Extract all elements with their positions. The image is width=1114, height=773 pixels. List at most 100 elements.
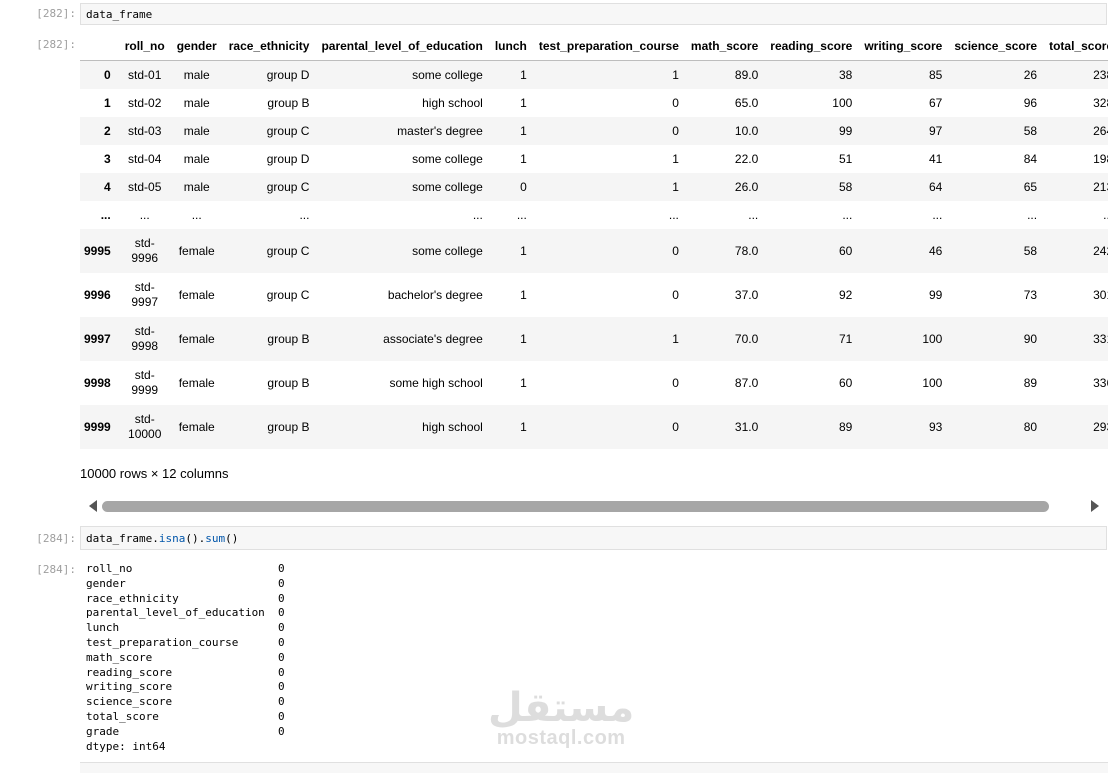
- row-index: 9997: [84, 332, 111, 346]
- table-cell-lunch: 1: [520, 244, 527, 258]
- code-cell-input[interactable]: data_frame.isna().sum(): [80, 526, 1107, 550]
- scroll-left-arrow-icon[interactable]: [89, 500, 97, 512]
- table-cell-edu: some college: [412, 180, 483, 194]
- series-line: gender 0: [86, 577, 285, 592]
- table-cell-total: 301: [1093, 288, 1108, 302]
- series-value: 0: [278, 591, 285, 605]
- row-index: 0: [104, 68, 111, 82]
- table-cell-total: ...: [1103, 208, 1108, 222]
- table-cell-prep: 1: [672, 152, 679, 166]
- table-cell-gender: male: [183, 180, 210, 194]
- table-cell-edu: some college: [412, 68, 483, 82]
- table-cell-lunch: 1: [520, 68, 527, 82]
- table-cell-reading: 99: [838, 124, 853, 138]
- table-cell-lunch: 1: [520, 152, 527, 166]
- table-cell-science: 89: [1023, 376, 1038, 390]
- table-cell-writing: 97: [929, 124, 943, 138]
- table-cell-roll: std-9997: [119, 273, 171, 317]
- series-key: science_score: [86, 695, 173, 709]
- horizontal-scrollbar[interactable]: [80, 497, 1108, 517]
- scrollbar-thumb[interactable]: [102, 501, 1049, 512]
- series-line: total_score 0: [86, 710, 285, 725]
- table-row: 0 std-01 male group D some college 1 1 89.0 38 85…: [80, 60, 1108, 89]
- table-cell-science: 80: [1023, 420, 1038, 434]
- table-cell-gender: female: [178, 288, 215, 302]
- table-row: ....................................: [80, 201, 1108, 229]
- table-cell-reading: 38: [838, 68, 853, 82]
- table-row: 2 std-03 male group C master's degree 1 0 10.0 9…: [80, 117, 1108, 145]
- column-header: race_ethnicity: [222, 32, 316, 61]
- watermark-latin: mostaql.com: [496, 727, 626, 749]
- table-cell-science: ...: [1027, 208, 1038, 222]
- table-cell-roll: std-04: [128, 152, 162, 166]
- code-cell-input[interactable]: data_frame: [80, 3, 1107, 25]
- table-cell-roll: std-01: [128, 68, 162, 82]
- table-cell-math: 10.0: [734, 124, 759, 138]
- table-cell-writing: 64: [929, 180, 943, 194]
- table-cell-gender: female: [178, 332, 215, 346]
- roll-no-text: std-10000: [128, 412, 162, 441]
- table-cell-writing: 46: [929, 244, 943, 258]
- series-value: 0: [278, 680, 285, 694]
- series-output: roll_no 0 gender 0 race_ethnicity 0 parental_l…: [86, 562, 285, 754]
- series-line: writing_score 0: [86, 680, 285, 695]
- table-cell-gender: male: [183, 124, 210, 138]
- table-cell-race: group B: [267, 420, 310, 434]
- table-cell-science: 73: [1023, 288, 1038, 302]
- table-cell-lunch: 1: [520, 420, 527, 434]
- table-cell-edu: high school: [422, 96, 483, 110]
- table-row: 9997 std-9998 female group B associate's deg…: [80, 317, 1108, 361]
- table-cell-lunch: 1: [520, 124, 527, 138]
- table-row: 1 std-02 male group B high school 1 0 65.0 100 67…: [80, 89, 1108, 117]
- scroll-right-arrow-icon[interactable]: [1091, 500, 1099, 512]
- output-prompt: [282]:: [36, 38, 76, 51]
- row-index: 9998: [84, 376, 111, 390]
- table-cell-math: 87.0: [734, 376, 759, 390]
- series-value: 0: [278, 650, 285, 664]
- column-header: math_score: [684, 32, 765, 61]
- code-method: isna: [158, 532, 186, 545]
- table-cell-race: group C: [266, 244, 310, 258]
- table-cell-math: ...: [748, 208, 759, 222]
- dataframe-output: roll_no gender race_ethnicity parental_l…: [80, 32, 1108, 454]
- series-key: grade: [86, 724, 120, 738]
- table-cell-gender: ...: [191, 208, 202, 222]
- table-cell-edu: ...: [472, 208, 483, 222]
- table-row: 3 std-04 male group D some college 1 1 22.0 51 41…: [80, 145, 1108, 173]
- table-cell-edu: master's degree: [397, 124, 483, 138]
- table-cell-race: group B: [267, 332, 310, 346]
- table-cell-reading: 71: [838, 332, 853, 346]
- table-cell-prep: 0: [672, 96, 679, 110]
- series-line: roll_no 0: [86, 562, 285, 577]
- series-value: 0: [278, 621, 285, 635]
- table-cell-race: ...: [299, 208, 310, 222]
- table-cell-race: group D: [266, 68, 310, 82]
- table-cell-race: group C: [266, 288, 310, 302]
- table-cell-writing: 85: [929, 68, 943, 82]
- output-prompt: [284]:: [36, 563, 76, 576]
- series-dtype: dtype: int64: [86, 739, 166, 753]
- table-cell-gender: female: [178, 376, 215, 390]
- series-value: 0: [278, 576, 285, 590]
- dataframe-shape-text: 10000 rows × 12 columns: [80, 466, 229, 481]
- table-cell-math: 78.0: [734, 244, 759, 258]
- code-punct: (): [225, 532, 239, 545]
- watermark-logo: مستقل mostaql.com: [488, 688, 634, 748]
- table-cell-total: 293: [1093, 420, 1108, 434]
- table-cell-race: group B: [267, 376, 310, 390]
- table-cell-total: 198: [1093, 152, 1108, 166]
- table-cell-race: group C: [266, 124, 310, 138]
- table-cell-reading: 60: [838, 244, 853, 258]
- series-line: lunch 0: [86, 621, 285, 636]
- table-cell-writing: 41: [929, 152, 943, 166]
- table-cell-race: group C: [266, 180, 310, 194]
- table-cell-writing: 67: [929, 96, 943, 110]
- series-key: reading_score: [86, 665, 173, 679]
- table-cell-edu: associate's degree: [383, 332, 483, 346]
- table-cell-edu: some college: [412, 244, 483, 258]
- column-header: test_preparation_course: [532, 32, 685, 61]
- table-cell-gender: male: [183, 68, 210, 82]
- table-cell-science: 58: [1023, 244, 1038, 258]
- table-cell-gender: female: [178, 420, 215, 434]
- table-cell-edu: high school: [422, 420, 483, 434]
